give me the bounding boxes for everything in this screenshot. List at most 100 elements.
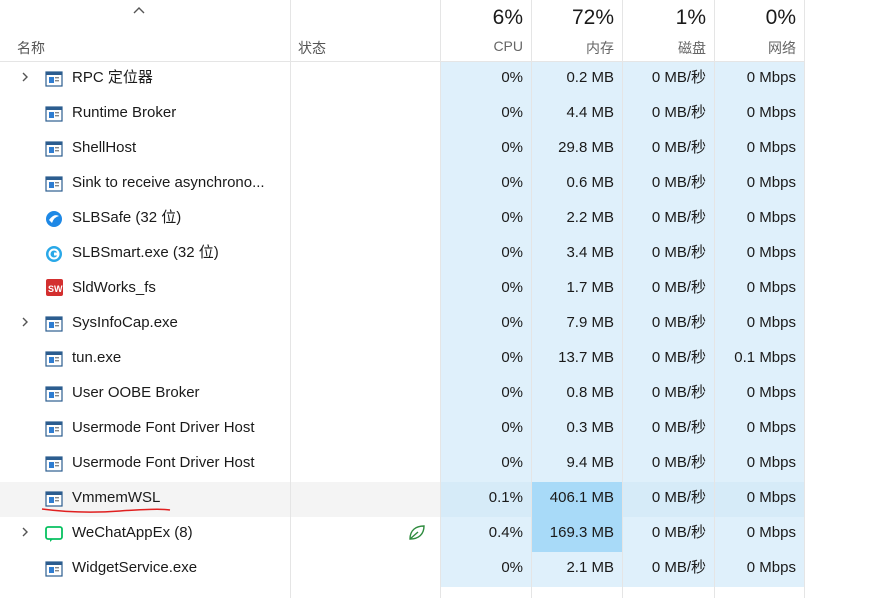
process-memory: 7.9 MB [531,307,622,342]
app-window-icon [45,488,63,507]
svg-text:SW: SW [48,284,63,294]
memory-total-percent: 72% [571,6,614,29]
cpu-total-percent: 6% [492,6,523,29]
process-row[interactable]: SLBSmart.exe (32 位) 0% 3.4 MB 0 MB/秒 0 Mbps [0,237,894,272]
process-status-cell [290,167,440,202]
process-name: Runtime Broker [72,104,177,121]
process-status-cell [290,552,440,587]
process-name-cell[interactable]: Usermode Font Driver Host [0,447,290,482]
column-header-cpu[interactable]: 6% CPU [440,0,531,62]
app-window-icon [45,68,63,87]
process-row[interactable]: WeChatAppEx (8) 0.4% 169.3 MB 0 MB/秒 0 Mbps [0,517,894,552]
process-name: WeChatAppEx (8) [72,524,193,541]
process-cpu: 0% [440,237,531,272]
process-name: SldWorks_fs [72,279,156,296]
process-disk: 0 MB/秒 [622,202,714,237]
process-status-cell [290,132,440,167]
process-disk: 0 MB/秒 [622,482,714,517]
process-name-cell[interactable]: SysInfoCap.exe [0,307,290,342]
efficiency-leaf-icon [407,523,427,543]
process-status-cell [290,272,440,307]
process-name: tun.exe [72,349,122,366]
process-name: RPC 定位器 [72,69,153,86]
process-status-cell [290,412,440,447]
process-name-cell[interactable]: Usermode Font Driver Host [0,412,290,447]
app-window-icon [45,138,63,157]
process-row[interactable]: SysInfoCap.exe 0% 7.9 MB 0 MB/秒 0 Mbps [0,307,894,342]
process-cpu: 0% [440,167,531,202]
process-memory: 13.7 MB [531,342,622,377]
process-name-cell[interactable]: RPC 定位器 [0,62,290,97]
process-memory: 2.2 MB [531,202,622,237]
process-row[interactable]: Usermode Font Driver Host 0% 0.3 MB 0 MB/秒 0… [0,412,894,447]
process-name-cell[interactable]: ShellHost [0,132,290,167]
process-network: 0 Mbps [714,132,804,167]
process-row[interactable]: SLBSafe (32 位) 0% 2.2 MB 0 MB/秒 0 Mbps [0,202,894,237]
process-name: WidgetService.exe [72,559,198,576]
app-window-icon [45,453,63,472]
process-name-cell[interactable]: Runtime Broker [0,97,290,132]
app-window-icon [45,313,63,332]
process-name: SysInfoCap.exe [72,314,178,331]
process-row[interactable]: Runtime Broker 0% 4.4 MB 0 MB/秒 0 Mbps [0,97,894,132]
column-divider [804,0,805,598]
expand-chevron-icon[interactable] [20,316,32,328]
process-row[interactable]: User OOBE Broker 0% 0.8 MB 0 MB/秒 0 Mbps [0,377,894,412]
process-disk: 0 MB/秒 [622,377,714,412]
process-memory: 9.4 MB [531,447,622,482]
process-memory: 2.1 MB [531,552,622,587]
process-memory: 3.4 MB [531,237,622,272]
process-row[interactable]: WidgetService.exe 0% 2.1 MB 0 MB/秒 0 Mbps [0,552,894,587]
process-name-cell[interactable]: SLBSmart.exe (32 位) [0,237,290,272]
process-memory: 4.4 MB [531,97,622,132]
process-disk: 0 MB/秒 [622,412,714,447]
process-status-cell [290,342,440,377]
process-network: 0 Mbps [714,307,804,342]
process-cpu: 0% [440,132,531,167]
process-name-cell[interactable]: WeChatAppEx (8) [0,517,290,552]
process-memory: 169.3 MB [531,517,622,552]
process-cpu: 0.4% [440,517,531,552]
process-status-cell [290,517,440,552]
process-name-cell[interactable]: Sink to receive asynchrono... [0,167,290,202]
column-header-status[interactable]: 状态 [290,0,440,62]
process-name-cell[interactable]: SLBSafe (32 位) [0,202,290,237]
process-status-cell [290,307,440,342]
process-row[interactable]: ShellHost 0% 29.8 MB 0 MB/秒 0 Mbps [0,132,894,167]
process-status-cell [290,202,440,237]
column-header-name[interactable]: 名称 [0,0,290,62]
column-header-memory[interactable]: 72% 内存 [531,0,622,62]
process-network: 0 Mbps [714,97,804,132]
app-window-icon [45,103,63,122]
process-name-cell[interactable]: tun.exe [0,342,290,377]
process-name-cell[interactable]: SW SldWorks_fs [0,272,290,307]
process-name: ShellHost [72,139,137,156]
process-disk: 0 MB/秒 [622,447,714,482]
process-row[interactable]: RPC 定位器 0% 0.2 MB 0 MB/秒 0 Mbps [0,62,894,97]
process-row[interactable]: SW SldWorks_fs 0% 1.7 MB 0 MB/秒 0 Mbps [0,272,894,307]
process-network: 0 Mbps [714,237,804,272]
process-cpu: 0% [440,202,531,237]
process-row[interactable]: Usermode Font Driver Host 0% 9.4 MB 0 MB/秒 0… [0,447,894,482]
app-window-icon [45,418,63,437]
process-network: 0 Mbps [714,517,804,552]
header-divider [0,61,804,62]
process-name-cell[interactable]: User OOBE Broker [0,377,290,412]
process-status-cell [290,482,440,517]
process-row[interactable]: tun.exe 0% 13.7 MB 0 MB/秒 0.1 Mbps [0,342,894,377]
process-network: 0 Mbps [714,552,804,587]
expand-chevron-icon[interactable] [20,71,32,83]
disk-total-percent: 1% [675,6,706,29]
process-disk: 0 MB/秒 [622,517,714,552]
process-disk: 0 MB/秒 [622,272,714,307]
process-network: 0.1 Mbps [714,342,804,377]
process-cpu: 0% [440,552,531,587]
app-window-icon [45,173,63,192]
process-name-cell[interactable]: WidgetService.exe [0,552,290,587]
column-header-network[interactable]: 0% 网络 [714,0,804,62]
process-name: Usermode Font Driver Host [72,419,255,436]
process-memory: 406.1 MB [531,482,622,517]
process-row[interactable]: Sink to receive asynchrono... 0% 0.6 MB 0 M… [0,167,894,202]
column-header-disk[interactable]: 1% 磁盘 [622,0,714,62]
expand-chevron-icon[interactable] [20,526,32,538]
